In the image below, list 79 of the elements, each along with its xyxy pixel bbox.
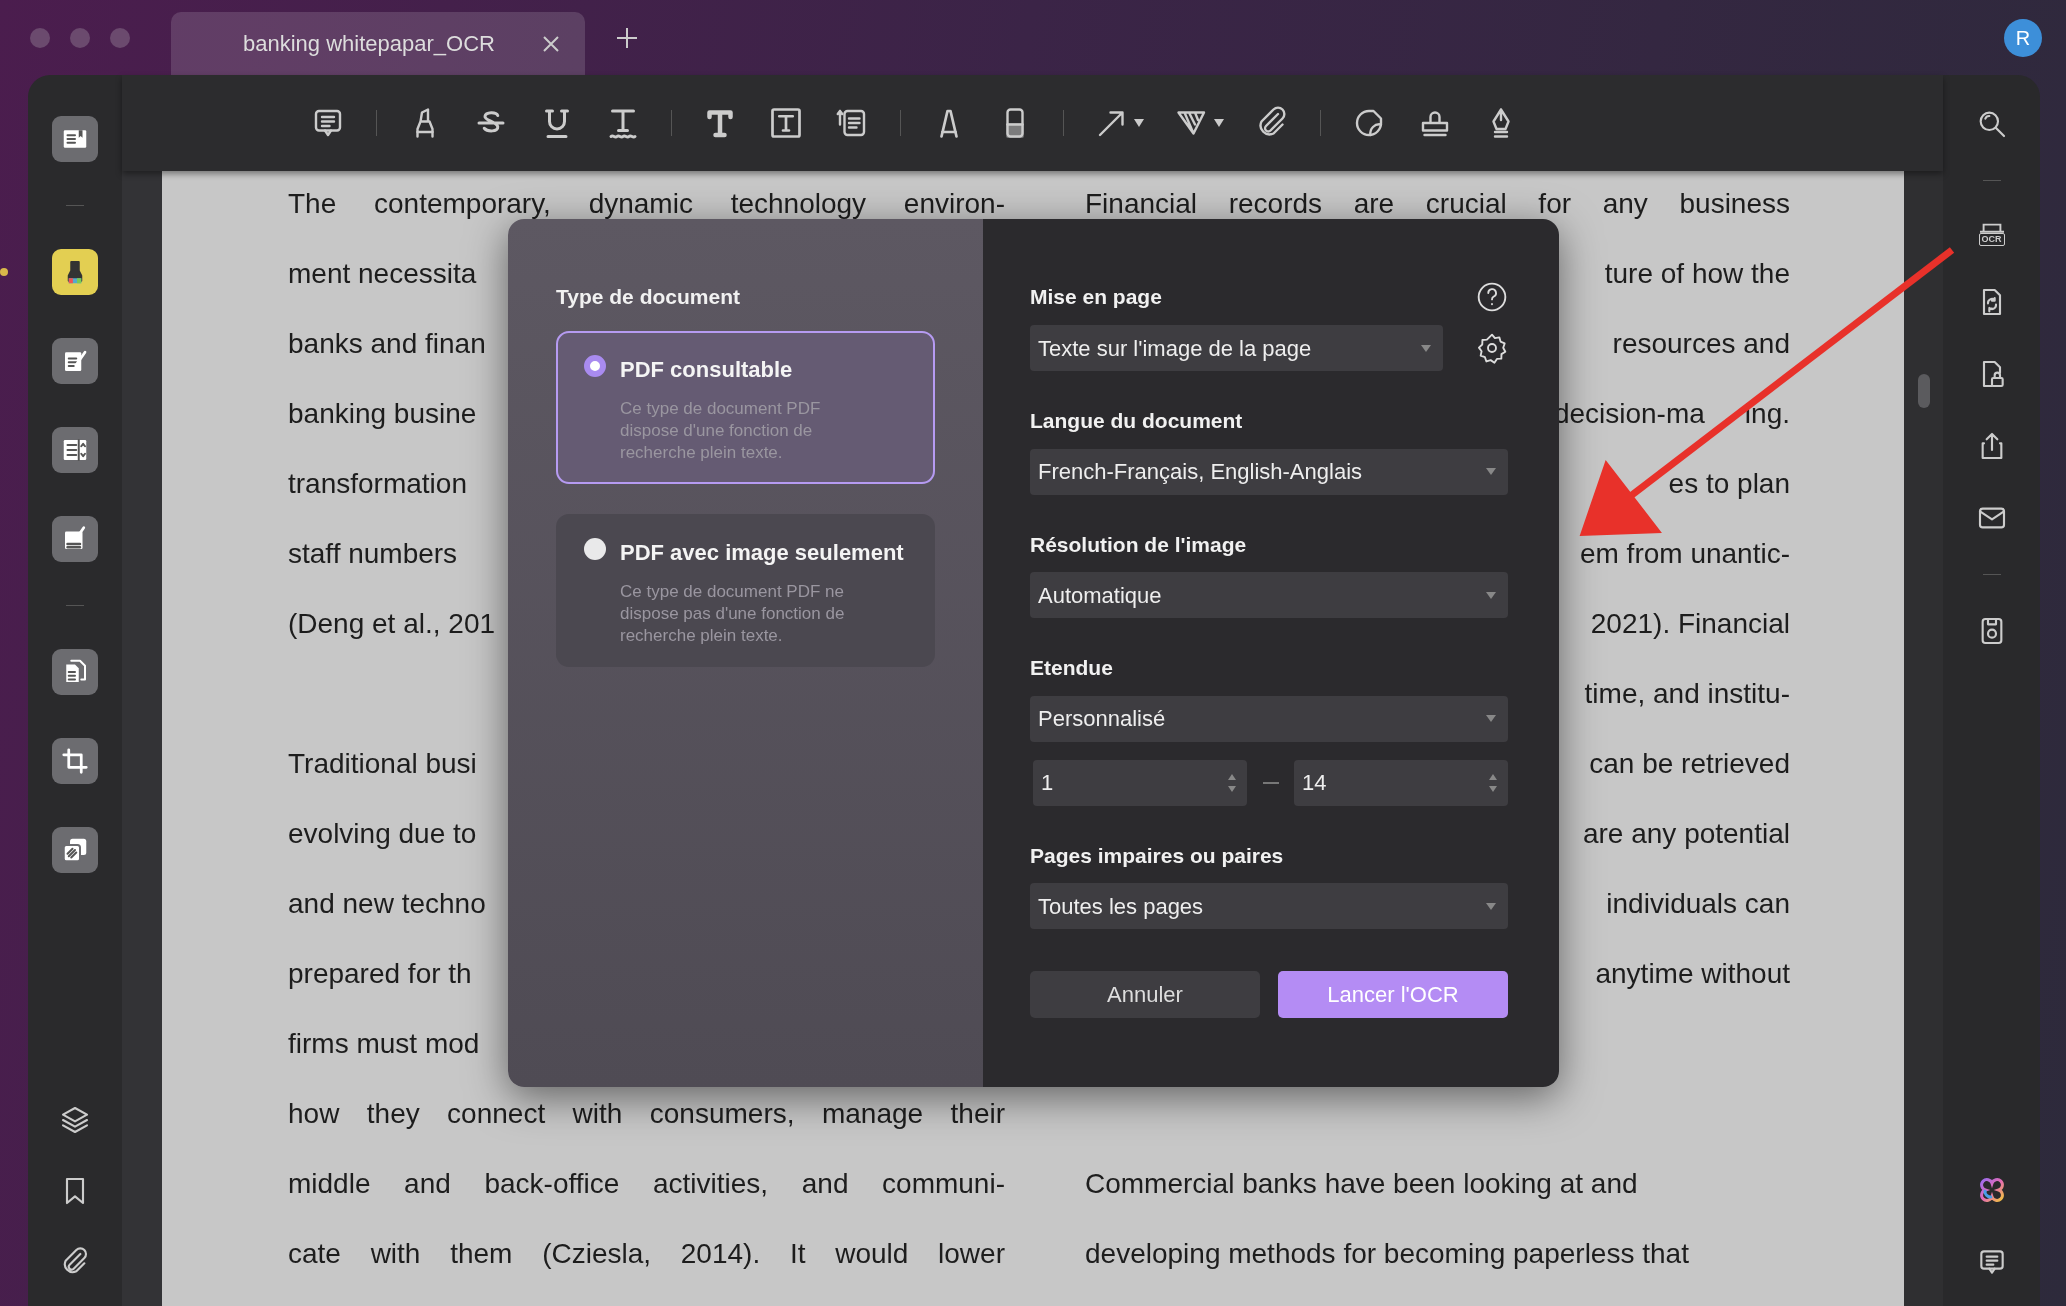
option-title: PDF consultable	[620, 355, 794, 384]
document-text: ing.	[1744, 398, 1790, 429]
option-description: Ce type de document PDF dispose d'une fonction de recherche plein texte.	[620, 397, 822, 464]
document-text: es to plan	[1668, 468, 1790, 499]
document-text: how they connect with consumers, manage their	[288, 1097, 1005, 1131]
caret-icon	[1486, 715, 1496, 722]
document-text: are any potential	[1582, 818, 1790, 849]
ocr-button[interactable]: OCR	[1976, 221, 2007, 246]
document-text: Commercial banks have been looking at and	[1085, 1168, 1638, 1199]
field-label: Langue du document	[1030, 408, 1244, 434]
document-text: (Deng et al., 201	[288, 608, 496, 639]
settings-icon[interactable]	[1476, 332, 1508, 364]
dropdown[interactable]: Automatique	[1030, 572, 1508, 618]
radio-button[interactable]	[584, 354, 606, 377]
document-text: middle and back-office activities, and communi-	[288, 1167, 1005, 1201]
plus-icon[interactable]	[615, 25, 639, 50]
caret-icon	[1486, 591, 1496, 599]
crop-icon	[60, 746, 90, 776]
option-card[interactable]: PDF consultable Ce type de document PDF dispose d'une fonction de recherche plein texte.	[556, 330, 935, 484]
document-text: ture of how the	[1604, 258, 1790, 289]
document-text: The contemporary, dynamic technology environ-	[288, 187, 1005, 221]
document-text: banks and finan	[288, 328, 486, 359]
sidebar-tool-button[interactable]	[52, 516, 98, 562]
document-text: Financial records are crucial for any business	[1085, 187, 1790, 221]
document-text: evolving due to	[288, 818, 477, 849]
document-text: transformation	[288, 468, 467, 499]
active-indicator-dot	[0, 268, 8, 276]
document-text: anytime without	[1595, 958, 1790, 989]
document-text: 2021). Financial	[1590, 608, 1790, 639]
document-text: and new techno	[288, 888, 486, 919]
dropdown[interactable]: French-Français, English-Anglais	[1030, 448, 1508, 495]
sidebar-tool-button[interactable]	[52, 827, 98, 873]
layers-icon[interactable]	[59, 1104, 91, 1136]
caret-icon	[1214, 119, 1224, 127]
sidebar-tool-button[interactable]	[52, 427, 98, 473]
caret-icon	[1134, 119, 1144, 127]
field-label: Mise en page	[1030, 284, 1162, 311]
caret-icon	[1486, 468, 1496, 475]
help-icon[interactable]	[1476, 281, 1508, 313]
document-text: decision-ma	[1553, 398, 1705, 429]
document-tab[interactable]: banking whitepapar_OCR	[171, 12, 585, 75]
document-text: em from unantic-	[1579, 538, 1790, 569]
field-label: Etendue	[1030, 655, 1114, 681]
field-label: Pages impaires ou paires	[1030, 842, 1285, 869]
document-text: Traditional busi	[288, 748, 477, 779]
sidebar-tool-button[interactable]	[52, 649, 98, 695]
dropdown[interactable]: Personnalisé	[1030, 695, 1508, 742]
document-text: cate with them (Cziesla, 2014). It would lower	[288, 1237, 1005, 1271]
document-text: firms must mod	[288, 1028, 480, 1059]
sidebar-tool-button[interactable]	[52, 116, 98, 162]
option-title: PDF avec image seulement	[620, 538, 904, 567]
cancel-button[interactable]: Annuler	[1030, 971, 1260, 1018]
ocr-label: OCR	[1978, 233, 2005, 246]
number-field[interactable]: 14	[1294, 759, 1508, 806]
document-text: staff numbers	[288, 538, 458, 569]
document-text: prepared for th	[288, 958, 472, 989]
sidebar-tool-button[interactable]	[52, 338, 98, 384]
radio-button[interactable]	[584, 537, 606, 560]
document-text: banking busine	[288, 398, 477, 429]
close-icon[interactable]	[541, 33, 561, 54]
document-text: individuals can	[1606, 888, 1790, 919]
section-heading: Type de document	[556, 284, 741, 310]
option-card[interactable]: PDF avec image seulement Ce type de document PDF ne dispose pas d'une fonction de recherche plein texte.	[556, 513, 935, 667]
document-text: time, and institu-	[1584, 678, 1790, 709]
number-field[interactable]: 1	[1033, 759, 1247, 806]
sidebar-tool-button[interactable]	[52, 738, 98, 784]
field-label: Résolution de l'image	[1030, 531, 1248, 558]
caret-icon	[1486, 902, 1496, 910]
caret-icon	[1421, 344, 1431, 352]
option-description: Ce type de document PDF ne dispose pas d'une fonction de recherche plein texte.	[620, 580, 846, 647]
tab-title: banking whitepapar_OCR	[243, 30, 495, 58]
dropdown[interactable]: Toutes les pages	[1030, 883, 1508, 929]
document-text: developing methods for becoming paperless that	[1085, 1238, 1689, 1269]
dropdown[interactable]: Texte sur l'image de la page	[1030, 325, 1443, 371]
document-text: can be retrieved	[1589, 748, 1790, 779]
document-text: resources and	[1612, 328, 1790, 359]
document-text: ment necessita	[288, 258, 477, 289]
scrollbar-thumb[interactable]	[1918, 374, 1930, 408]
text-box-icon[interactable]	[768, 105, 804, 141]
